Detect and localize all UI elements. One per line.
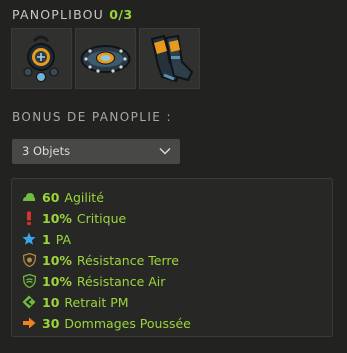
bonus-label: Agilité (64, 189, 104, 205)
item-slot-amulet[interactable] (11, 28, 72, 89)
amulet-icon (23, 35, 59, 82)
bonus-label: Retrait PM (64, 294, 129, 310)
bonus-value: 60 (42, 189, 60, 205)
boots-icon (150, 34, 194, 83)
chevron-down-icon (159, 147, 171, 155)
bonus-value: 10% (42, 252, 72, 268)
earth-resistance-icon (22, 253, 36, 267)
set-name: PANOPLIBOU (12, 7, 105, 22)
set-item-count: 0/3 (109, 7, 133, 22)
bonus-label: PA (55, 231, 71, 247)
agility-icon (23, 193, 36, 201)
air-resistance-icon (22, 274, 36, 288)
bonus-list: 60 Agilité 10% Critique 1 PA 10% Résista… (11, 178, 333, 337)
bonus-value: 10% (42, 273, 72, 289)
bonus-row-mp-reduction: 10 Retrait PM (22, 293, 129, 311)
mp-reduction-icon (22, 295, 36, 309)
item-count-select[interactable]: 3 Objets (12, 139, 180, 164)
bonus-value: 1 (42, 231, 51, 247)
critical-icon (27, 211, 31, 225)
item-slot-boots[interactable] (139, 28, 200, 89)
bonus-label: Dommages Poussée (64, 315, 191, 331)
bonus-section-title: BONUS DE PANOPLIE : (12, 110, 172, 124)
item-slot-belt[interactable] (75, 28, 136, 89)
bonus-row-pushback-damage: 30 Dommages Poussée (22, 314, 191, 332)
belt-icon (80, 45, 131, 73)
bonus-row-air-resistance: 10% Résistance Air (22, 272, 165, 290)
set-items (11, 28, 200, 89)
bonus-value: 30 (42, 315, 60, 331)
pushback-arrow-icon (23, 317, 36, 329)
bonus-row-critical: 10% Critique (22, 209, 126, 227)
bonus-value: 10 (42, 294, 60, 310)
bonus-label: Critique (76, 210, 127, 226)
bonus-label: Résistance Air (76, 273, 166, 289)
bonus-label: Résistance Terre (76, 252, 179, 268)
bonus-row-agility: 60 Agilité (22, 188, 104, 206)
bonus-value: 10% (42, 210, 72, 226)
set-title: PANOPLIBOU 0/3 (12, 7, 133, 22)
item-count-select-value: 3 Objets (22, 144, 71, 158)
bonus-row-earth-resistance: 10% Résistance Terre (22, 251, 179, 269)
bonus-row-ap: 1 PA (22, 230, 71, 248)
ap-star-icon (22, 232, 36, 245)
